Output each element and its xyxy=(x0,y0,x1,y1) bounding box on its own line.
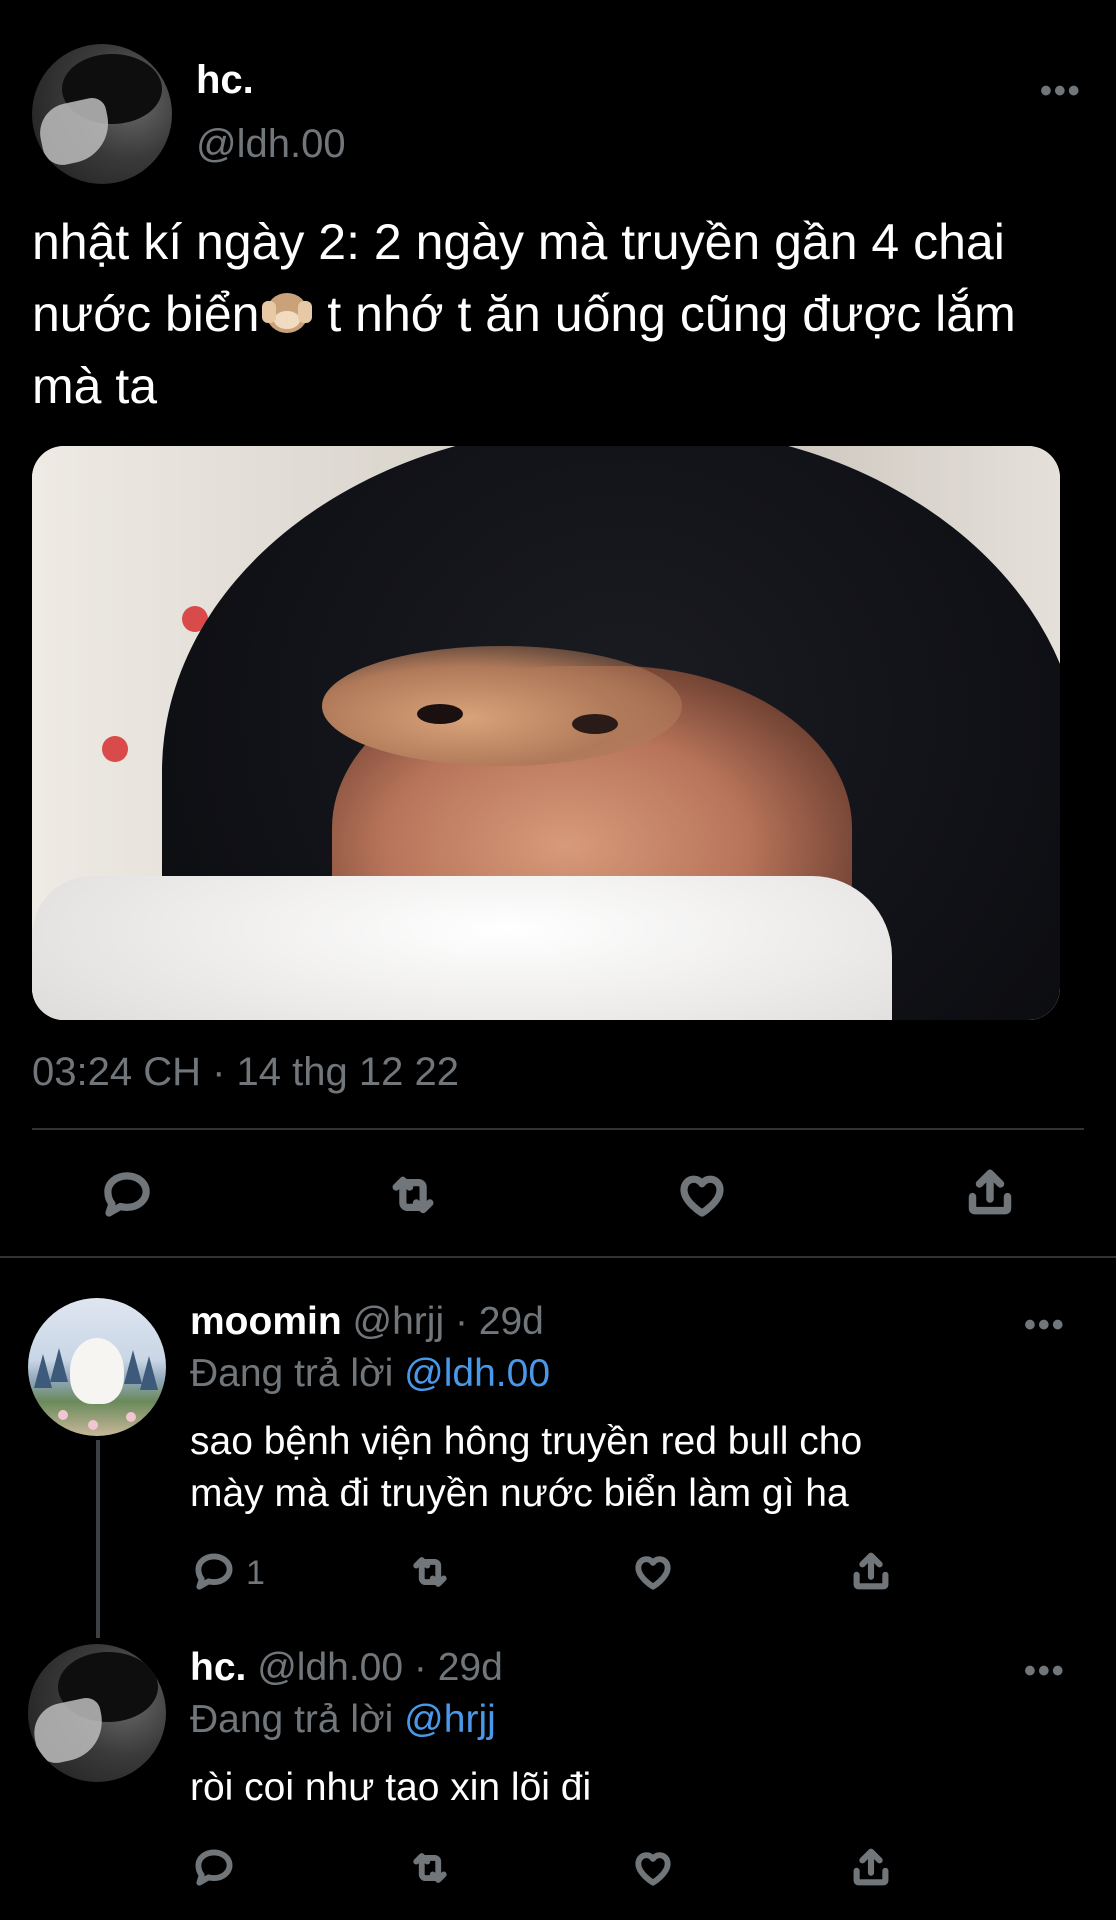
retweet-icon[interactable] xyxy=(406,1550,454,1594)
replying-to-line: Đang trả lời @hrjj xyxy=(190,1698,496,1742)
replying-to-prefix: Đang trả lời xyxy=(190,1352,405,1395)
reply-separator: · xyxy=(403,1646,438,1689)
retweet-icon[interactable] xyxy=(406,1846,454,1890)
reply-author-name[interactable]: hc. xyxy=(190,1646,246,1689)
like-icon[interactable] xyxy=(630,1550,676,1594)
reply-icon[interactable] xyxy=(192,1550,236,1594)
reply-text: ròi coi như tao xin lõi đi xyxy=(190,1762,591,1814)
tweet-text: nhật kí ngày 2: 2 ngày mà truyền gần 4 c… xyxy=(32,206,1072,422)
like-icon[interactable] xyxy=(630,1846,676,1890)
replying-to-handle[interactable]: @hrjj xyxy=(404,1698,496,1741)
author-name[interactable]: hc. xyxy=(196,58,254,103)
reply-text-line: ròi coi như tao xin lõi đi xyxy=(190,1766,592,1809)
more-options-icon[interactable]: ••• xyxy=(1024,1652,1066,1691)
reply-count: 1 xyxy=(246,1554,265,1592)
replying-to-handle[interactable]: @ldh.00 xyxy=(404,1352,550,1395)
tweet-photo[interactable] xyxy=(32,446,1060,1020)
reply-author-handle[interactable]: @hrjj xyxy=(342,1300,445,1343)
more-options-icon[interactable]: ••• xyxy=(1040,72,1082,111)
retweet-icon[interactable] xyxy=(384,1168,442,1222)
divider xyxy=(0,1256,1116,1258)
reply-icon[interactable] xyxy=(192,1846,236,1890)
reply-text-line: sao bệnh viện hông truyền red bull cho xyxy=(190,1420,863,1463)
more-options-icon[interactable]: ••• xyxy=(1024,1306,1066,1345)
replying-to-line: Đang trả lời @ldh.00 xyxy=(190,1352,550,1396)
author-handle[interactable]: @ldh.00 xyxy=(196,122,346,167)
reply-text: sao bệnh viện hông truyền red bull cho m… xyxy=(190,1416,862,1520)
reply-header: hc. @ldh.00 · 29d xyxy=(190,1646,503,1690)
reply-author-name[interactable]: moomin xyxy=(190,1300,342,1343)
divider xyxy=(32,1128,1084,1130)
thread-connector-line xyxy=(96,1440,100,1638)
reply-separator: · xyxy=(444,1300,479,1343)
tweet-timestamp[interactable]: 03:24 CH · 14 thg 12 22 xyxy=(32,1050,459,1095)
reply-text-line: mày mà đi truyền nước biển làm gì ha xyxy=(190,1472,849,1515)
reply-age[interactable]: 29d xyxy=(479,1300,544,1343)
replying-to-prefix: Đang trả lời xyxy=(190,1698,405,1741)
reply-avatar-hc[interactable] xyxy=(28,1644,166,1782)
like-icon[interactable] xyxy=(674,1168,730,1222)
author-avatar[interactable] xyxy=(32,44,172,184)
avatar-mask-shape xyxy=(34,95,116,169)
share-icon[interactable] xyxy=(848,1844,894,1890)
reply-icon[interactable] xyxy=(100,1168,154,1222)
reply-avatar-moomin[interactable] xyxy=(28,1298,166,1436)
reply-age[interactable]: 29d xyxy=(438,1646,503,1689)
reply-author-handle[interactable]: @ldh.00 xyxy=(246,1646,403,1689)
reply-header: moomin @hrjj · 29d xyxy=(190,1300,544,1344)
share-icon[interactable] xyxy=(848,1548,894,1594)
see-no-evil-monkey-icon xyxy=(260,289,314,337)
share-icon[interactable] xyxy=(962,1164,1018,1220)
